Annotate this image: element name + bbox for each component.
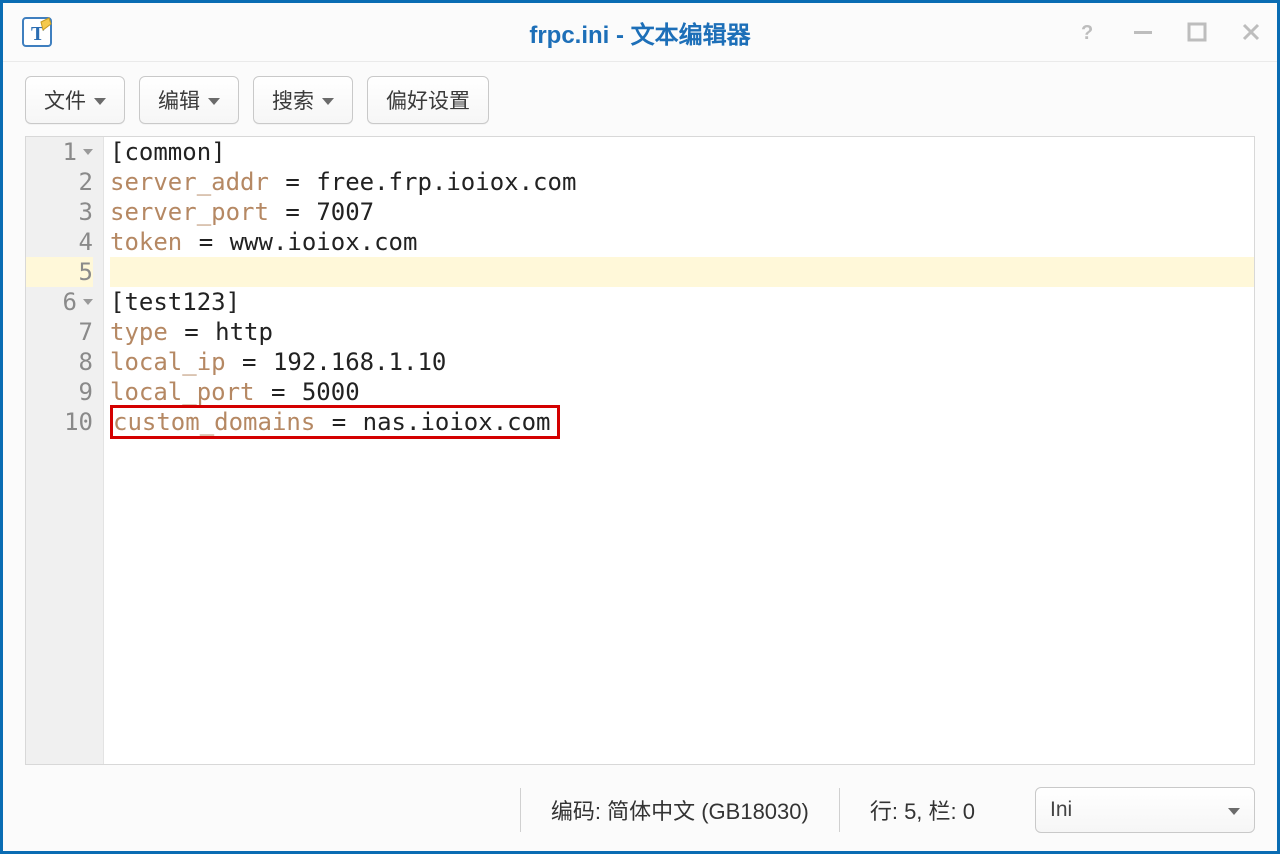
code-line[interactable]: local_ip = 192.168.1.10 xyxy=(110,347,1254,377)
code-line[interactable]: server_addr = free.frp.ioiox.com xyxy=(110,167,1254,197)
line-number: 8 xyxy=(26,347,93,377)
code-line[interactable]: [common] xyxy=(110,137,1254,167)
code-line[interactable]: local_port = 5000 xyxy=(110,377,1254,407)
line-number: 6 xyxy=(26,287,93,317)
line-number: 10 xyxy=(26,407,93,437)
preferences-label: 偏好设置 xyxy=(386,85,470,115)
code-line[interactable]: custom_domains = nas.ioiox.com xyxy=(110,407,1254,437)
line-number: 5 xyxy=(26,257,93,287)
search-menu[interactable]: 搜索 xyxy=(253,76,353,124)
preferences-button[interactable]: 偏好设置 xyxy=(367,76,489,124)
file-menu[interactable]: 文件 xyxy=(25,76,125,124)
code-area[interactable]: [common]server_addr = free.frp.ioiox.com… xyxy=(104,137,1254,764)
app-icon: T xyxy=(19,14,55,50)
titlebar: T frpc.ini - 文本编辑器 ? xyxy=(3,3,1277,62)
highlight-annotation: custom_domains = nas.ioiox.com xyxy=(110,405,560,439)
edit-menu-label: 编辑 xyxy=(158,85,200,115)
encoding-indicator[interactable]: 编码: 简体中文 (GB18030) xyxy=(520,788,839,832)
line-number: 1 xyxy=(26,137,93,167)
minimize-button[interactable] xyxy=(1127,16,1159,48)
code-line[interactable]: server_port = 7007 xyxy=(110,197,1254,227)
toolbar: 文件 编辑 搜索 偏好设置 xyxy=(3,62,1277,136)
fold-toggle-icon[interactable] xyxy=(83,299,93,305)
code-line[interactable]: token = www.ioiox.com xyxy=(110,227,1254,257)
line-number: 4 xyxy=(26,227,93,257)
file-menu-label: 文件 xyxy=(44,85,86,115)
edit-menu[interactable]: 编辑 xyxy=(139,76,239,124)
search-menu-label: 搜索 xyxy=(272,85,314,115)
caret-down-icon xyxy=(94,98,106,105)
help-button[interactable]: ? xyxy=(1073,16,1105,48)
fold-toggle-icon[interactable] xyxy=(83,149,93,155)
code-line[interactable]: type = http xyxy=(110,317,1254,347)
statusbar: 编码: 简体中文 (GB18030) 行: 5, 栏: 0 Ini xyxy=(3,779,1277,851)
caret-down-icon xyxy=(208,98,220,105)
maximize-button[interactable] xyxy=(1181,16,1213,48)
syntax-select[interactable]: Ini xyxy=(1035,787,1255,833)
line-number: 9 xyxy=(26,377,93,407)
caret-down-icon xyxy=(322,98,334,105)
code-line[interactable]: [test123] xyxy=(110,287,1254,317)
editor[interactable]: 12345678910 [common]server_addr = free.f… xyxy=(25,136,1255,765)
line-number: 7 xyxy=(26,317,93,347)
close-button[interactable] xyxy=(1235,16,1267,48)
syntax-select-value: Ini xyxy=(1050,798,1072,822)
svg-text:?: ? xyxy=(1081,22,1093,43)
app-window: T frpc.ini - 文本编辑器 ? 文件 编辑 xyxy=(0,0,1280,854)
caret-down-icon xyxy=(1228,808,1240,815)
window-controls: ? xyxy=(1073,3,1267,61)
line-number: 2 xyxy=(26,167,93,197)
line-number-gutter: 12345678910 xyxy=(26,137,104,764)
line-number: 3 xyxy=(26,197,93,227)
cursor-position-indicator: 行: 5, 栏: 0 xyxy=(839,788,1005,832)
code-line[interactable] xyxy=(110,257,1254,287)
